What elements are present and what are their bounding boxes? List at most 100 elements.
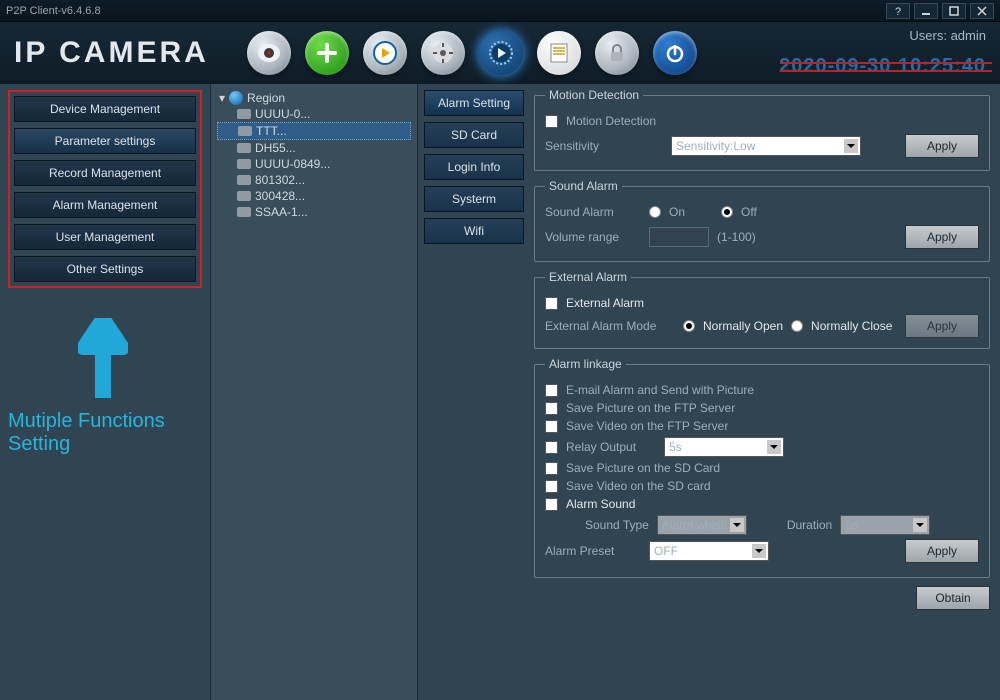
tree-item[interactable]: DH55... [217, 140, 411, 156]
label-preset: Alarm Preset [545, 544, 641, 558]
label-sound-type: Sound Type [585, 518, 649, 532]
tree-item-label: 801302... [255, 173, 305, 187]
tree-root[interactable]: ▾ Region [217, 90, 411, 106]
tree-item[interactable]: UUUU-0849... [217, 156, 411, 172]
group-alarm-linkage: Alarm linkage E-mail Alarm and Send with… [534, 357, 990, 578]
minimize-button[interactable] [914, 3, 938, 19]
label-sensitivity: Sensitivity [545, 139, 635, 153]
apply-sound-button[interactable]: Apply [905, 225, 979, 249]
nav-device-management[interactable]: Device Management [14, 96, 196, 122]
camera-icon [238, 126, 252, 136]
checkbox-relay[interactable] [545, 441, 558, 454]
toolbar-record-icon[interactable] [421, 31, 465, 75]
label-normally-close: Normally Close [811, 319, 892, 333]
hint-volume: (1-100) [717, 230, 756, 244]
apply-motion-button[interactable]: Apply [905, 134, 979, 158]
select-sensitivity-value: Sensitivity:Low [676, 139, 755, 153]
chevron-down-icon [730, 518, 744, 532]
toolbar-lock-icon[interactable] [595, 31, 639, 75]
select-sensitivity[interactable]: Sensitivity:Low [671, 136, 861, 156]
tree-item-label: 300428... [255, 189, 305, 203]
nav-record-management[interactable]: Record Management [14, 160, 196, 186]
radio-normally-open[interactable] [683, 320, 695, 332]
toolbar-log-icon[interactable] [537, 31, 581, 75]
checkbox-ftp-vid[interactable] [545, 420, 558, 433]
camera-icon [237, 207, 251, 217]
toolbar-add-icon[interactable] [305, 31, 349, 75]
tree-item[interactable]: 300428... [217, 188, 411, 204]
apply-external-button[interactable]: Apply [905, 314, 979, 338]
nav-parameter-settings[interactable]: Parameter settings [14, 128, 196, 154]
select-relay[interactable]: 5s [664, 437, 784, 457]
tree-item-label: TTT... [256, 124, 287, 138]
subtab-login-info[interactable]: Login Info [424, 154, 524, 180]
select-sound-type[interactable]: Alarm whistl [657, 515, 747, 535]
subtab-sd-card[interactable]: SD Card [424, 122, 524, 148]
checkbox-external[interactable] [545, 297, 558, 310]
checkbox-email[interactable] [545, 384, 558, 397]
obtain-button[interactable]: Obtain [916, 586, 990, 610]
annotation-arrow-icon [78, 318, 202, 398]
tree-item-label: UUUU-0849... [255, 157, 330, 171]
globe-icon [229, 91, 243, 105]
close-button[interactable] [970, 3, 994, 19]
legend-motion: Motion Detection [545, 88, 643, 102]
chevron-down-icon [767, 440, 781, 454]
checkbox-ftp-pic[interactable] [545, 402, 558, 415]
camera-icon [237, 191, 251, 201]
legend-linkage: Alarm linkage [545, 357, 626, 371]
toolbar-settings-icon[interactable] [479, 31, 523, 75]
tree-item[interactable]: 801302... [217, 172, 411, 188]
tree-item-label: DH55... [255, 141, 296, 155]
checkbox-alarm-sound[interactable] [545, 498, 558, 511]
radio-sound-off[interactable] [721, 206, 733, 218]
tree-item[interactable]: UUUU-0... [217, 106, 411, 122]
apply-linkage-button[interactable]: Apply [905, 539, 979, 563]
nav-other-settings[interactable]: Other Settings [14, 256, 196, 282]
select-preset[interactable]: OFF [649, 541, 769, 561]
chevron-down-icon [913, 518, 927, 532]
settings-subtabs: Alarm Setting SD Card Login Info Systerm… [418, 84, 530, 700]
maximize-button[interactable] [942, 3, 966, 19]
label-relay: Relay Output [566, 440, 656, 454]
subtab-wifi[interactable]: Wifi [424, 218, 524, 244]
label-external: External Alarm [566, 296, 644, 310]
tree-item[interactable]: TTT... [217, 122, 411, 140]
tree-item-label: UUUU-0... [255, 107, 310, 121]
group-external-alarm: External Alarm External Alarm External A… [534, 270, 990, 349]
toolbar-power-icon[interactable] [653, 31, 697, 75]
toolbar-camera-icon[interactable] [247, 31, 291, 75]
tree-root-label: Region [247, 91, 285, 105]
subtab-alarm-setting[interactable]: Alarm Setting [424, 90, 524, 116]
nav-user-management[interactable]: User Management [14, 224, 196, 250]
radio-sound-on[interactable] [649, 206, 661, 218]
tree-item[interactable]: SSAA-1... [217, 204, 411, 220]
chevron-down-icon [844, 139, 858, 153]
checkbox-motion[interactable] [545, 115, 558, 128]
label-ftp-pic: Save Picture on the FTP Server [566, 401, 735, 415]
camera-icon [237, 159, 251, 169]
input-volume[interactable] [649, 227, 709, 247]
toolbar-play-icon[interactable] [363, 31, 407, 75]
main-area: Device Management Parameter settings Rec… [0, 84, 1000, 700]
label-ftp-vid: Save Video on the FTP Server [566, 419, 728, 433]
user-label: Users: [909, 28, 947, 43]
label-off: Off [741, 205, 757, 219]
nav-alarm-management[interactable]: Alarm Management [14, 192, 196, 218]
label-normally-open: Normally Open [703, 319, 783, 333]
select-duration[interactable]: 5s [840, 515, 930, 535]
app-logo: IP CAMERA [14, 36, 209, 70]
label-email: E-mail Alarm and Send with Picture [566, 383, 754, 397]
label-on: On [669, 205, 685, 219]
label-alarm-sound: Alarm Sound [566, 497, 635, 511]
radio-normally-close[interactable] [791, 320, 803, 332]
app-header: IP CAMERA Users: admin 2020-09-30 10:25:… [0, 22, 1000, 84]
svg-text:?: ? [895, 6, 901, 16]
nav-highlight-box: Device Management Parameter settings Rec… [8, 90, 202, 288]
label-external-mode: External Alarm Mode [545, 319, 675, 333]
user-indicator: Users: admin [909, 28, 986, 43]
subtab-systerm[interactable]: Systerm [424, 186, 524, 212]
help-button[interactable]: ? [886, 3, 910, 19]
checkbox-sd-vid[interactable] [545, 480, 558, 493]
checkbox-sd-pic[interactable] [545, 462, 558, 475]
